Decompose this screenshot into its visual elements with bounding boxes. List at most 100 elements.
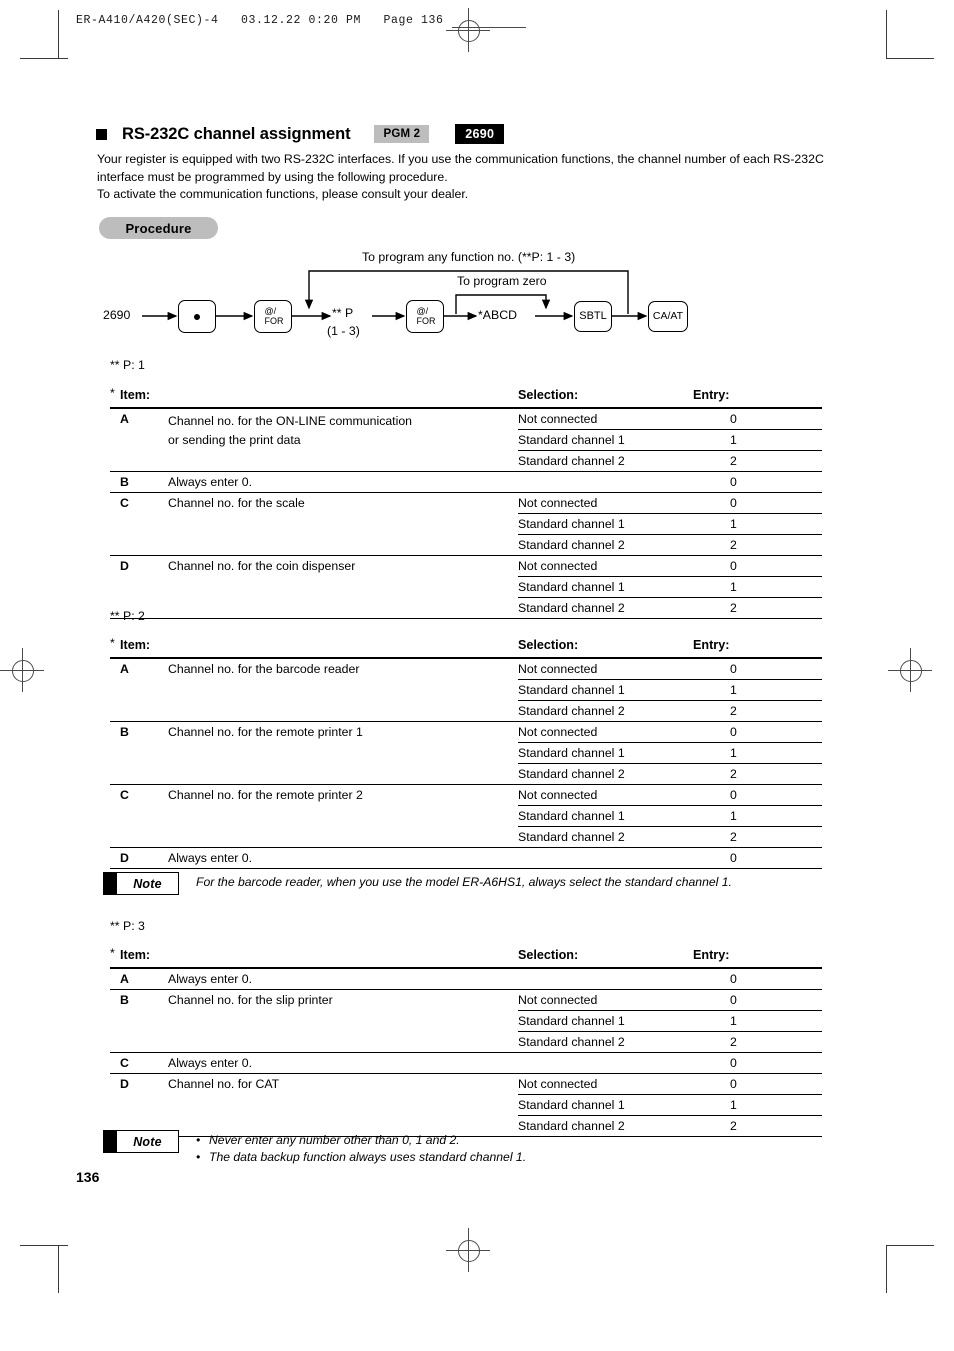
table-p2-bottom-rule	[110, 868, 822, 869]
key-cash-amount-tendered[interactable]: CA/AT	[648, 301, 688, 332]
table-row: Standard channel 1 1	[110, 742, 822, 763]
table-p1-header-selection: Selection:	[518, 388, 579, 402]
table-p1-c-ent-2: 2	[693, 534, 822, 555]
table-p2-b-sel-1: Standard channel 1	[518, 742, 693, 763]
table-p2-c-sel-0: Not connected	[518, 784, 693, 805]
table-row: Standard channel 2 2	[110, 450, 822, 471]
table-p2-a-ent-1: 1	[693, 679, 822, 700]
table-row: C Channel no. for the scale Not connecte…	[110, 492, 822, 513]
table-p3-d-letter: D	[110, 1073, 158, 1094]
table-p3-header-entry: Entry:	[693, 948, 730, 962]
note-badge-1: Note	[103, 872, 179, 895]
table-p3-a-desc: Always enter 0.	[158, 968, 518, 989]
table-p1-a-sel-1: Standard channel 1	[518, 429, 693, 450]
table-p2-a-sel-1: Standard channel 1	[518, 679, 693, 700]
table-row: Standard channel 1 1	[110, 1094, 822, 1115]
table-row: C Always enter 0. 0	[110, 1052, 822, 1073]
bullet-square-icon	[96, 128, 107, 140]
table-p1-b-ent-0: 0	[693, 471, 822, 492]
table-p3-a-ent-0: 0	[693, 968, 822, 989]
key-subtotal[interactable]: SBTL	[574, 301, 612, 332]
note-badge-2-block	[104, 1131, 117, 1152]
table-p3-b-sel-2: Standard channel 2	[518, 1031, 693, 1052]
procedure-heading-pill: Procedure	[99, 217, 218, 239]
table-row: D Channel no. for CAT Not connected 0	[110, 1073, 822, 1094]
table-p1-c-desc: Channel no. for the scale	[158, 492, 518, 513]
table-row: D Always enter 0. 0	[110, 847, 822, 868]
table-p3-b-desc: Channel no. for the slip printer	[158, 989, 518, 1010]
key-at-for-1[interactable]: @/ FOR	[254, 300, 292, 333]
table-p2-a-ent-0: 0	[693, 658, 822, 679]
table-p3-d-desc: Channel no. for CAT	[158, 1073, 518, 1094]
table-p2-c-desc: Channel no. for the remote printer 2	[158, 784, 518, 805]
table-p1-d-desc: Channel no. for the coin dispenser	[158, 555, 518, 576]
note-box-1: Note For the barcode reader, when you us…	[103, 872, 833, 895]
table-p3-b-sel-1: Standard channel 1	[518, 1010, 693, 1031]
table-row: C Channel no. for the remote printer 2 N…	[110, 784, 822, 805]
table-p3-c-sel-0	[518, 1052, 693, 1073]
table-p1-a-ent-2: 2	[693, 450, 822, 471]
flow-node-p: ** P	[332, 306, 354, 320]
table-p1: Item: Selection: Entry: A Channel no. fo…	[110, 385, 822, 619]
table-p3-b-ent-1: 1	[693, 1010, 822, 1031]
table-p2-c-ent-1: 1	[693, 805, 822, 826]
table-p1-c-ent-0: 0	[693, 492, 822, 513]
table-p1-d-ent-1: 1	[693, 576, 822, 597]
table-p2-b-desc: Channel no. for the remote printer 1	[158, 721, 518, 742]
table-p2-a-ent-2: 2	[693, 700, 822, 721]
key-at-for-2[interactable]: @/ FOR	[406, 300, 444, 333]
table-p1-d-letter: D	[110, 555, 158, 576]
table-p2-b-sel-2: Standard channel 2	[518, 763, 693, 784]
p-label-3: ** P: 3	[110, 919, 145, 933]
page-body: RS-232C channel assignment PGM 2 2690 Yo…	[0, 0, 954, 1351]
table-p2-d-letter: D	[110, 847, 158, 868]
table-p1-d-sel-0: Not connected	[518, 555, 693, 576]
table-row: B Always enter 0. 0	[110, 471, 822, 492]
table-p2-c-sel-2: Standard channel 2	[518, 826, 693, 847]
table-row: Standard channel 2 2	[110, 700, 822, 721]
table-p3-d-sel-1: Standard channel 1	[518, 1094, 693, 1115]
bullet-icon: •	[196, 1150, 201, 1164]
table-p2-c-sel-1: Standard channel 1	[518, 805, 693, 826]
table-row: A Always enter 0. 0	[110, 968, 822, 989]
table-p3-c-desc: Always enter 0.	[158, 1052, 518, 1073]
table-p1-a-ent-1: 1	[693, 429, 822, 450]
table-row: Standard channel 1 1	[110, 1010, 822, 1031]
table-p3-b-ent-0: 0	[693, 989, 822, 1010]
table-p2-d-sel-0	[518, 847, 693, 868]
table-p2-c-letter: C	[110, 784, 158, 805]
table-p2-b-ent-2: 2	[693, 763, 822, 784]
flow-node-p-range: (1 - 3)	[327, 324, 360, 338]
table-row: Standard channel 1 1	[110, 679, 822, 700]
table-row: A Channel no. for the barcode reader Not…	[110, 658, 822, 679]
table-p1-header-desc	[158, 385, 518, 405]
flow-loop-top-label: To program any function no. (**P: 1 - 3)	[362, 250, 576, 264]
bullet-icon: •	[196, 1133, 201, 1147]
key-decimal-point[interactable]	[178, 300, 216, 333]
key-at-for-2-bottom: FOR	[416, 315, 436, 326]
table-p1-c-sel-1: Standard channel 1	[518, 513, 693, 534]
note-badge-1-label: Note	[133, 876, 162, 891]
table-p2-b-ent-0: 0	[693, 721, 822, 742]
dot-icon	[194, 313, 200, 320]
table-p1-c-sel-0: Not connected	[518, 492, 693, 513]
table-row: Standard channel 2 2	[110, 763, 822, 784]
page-number: 136	[76, 1169, 100, 1185]
table-p2-c-ent-2: 2	[693, 826, 822, 847]
table-p2-header-entry: Entry:	[693, 638, 730, 652]
table-p1-a-ent-0: 0	[693, 408, 822, 429]
table-row: Standard channel 1 1	[110, 513, 822, 534]
table-p2-b-letter: B	[110, 721, 158, 742]
table-p2-d-desc: Always enter 0.	[158, 847, 518, 868]
key-subtotal-label: SBTL	[579, 309, 607, 322]
table-p1-header-entry: Entry:	[693, 388, 730, 402]
note-badge-2-label: Note	[133, 1134, 162, 1149]
note-1-text: For the barcode reader, when you use the…	[196, 875, 732, 889]
flow-start-value: 2690	[103, 308, 131, 322]
table-p3-d-ent-1: 1	[693, 1094, 822, 1115]
table-p2-header-item: Item:	[120, 638, 151, 652]
procedure-flow-diagram: To program any function no. (**P: 1 - 3)…	[0, 248, 954, 348]
note-2-line-0-text: Never enter any number other than 0, 1 a…	[209, 1133, 460, 1147]
flow-loop-mid-label: To program zero	[457, 274, 547, 288]
table-p2-d-ent-0: 0	[693, 847, 822, 868]
